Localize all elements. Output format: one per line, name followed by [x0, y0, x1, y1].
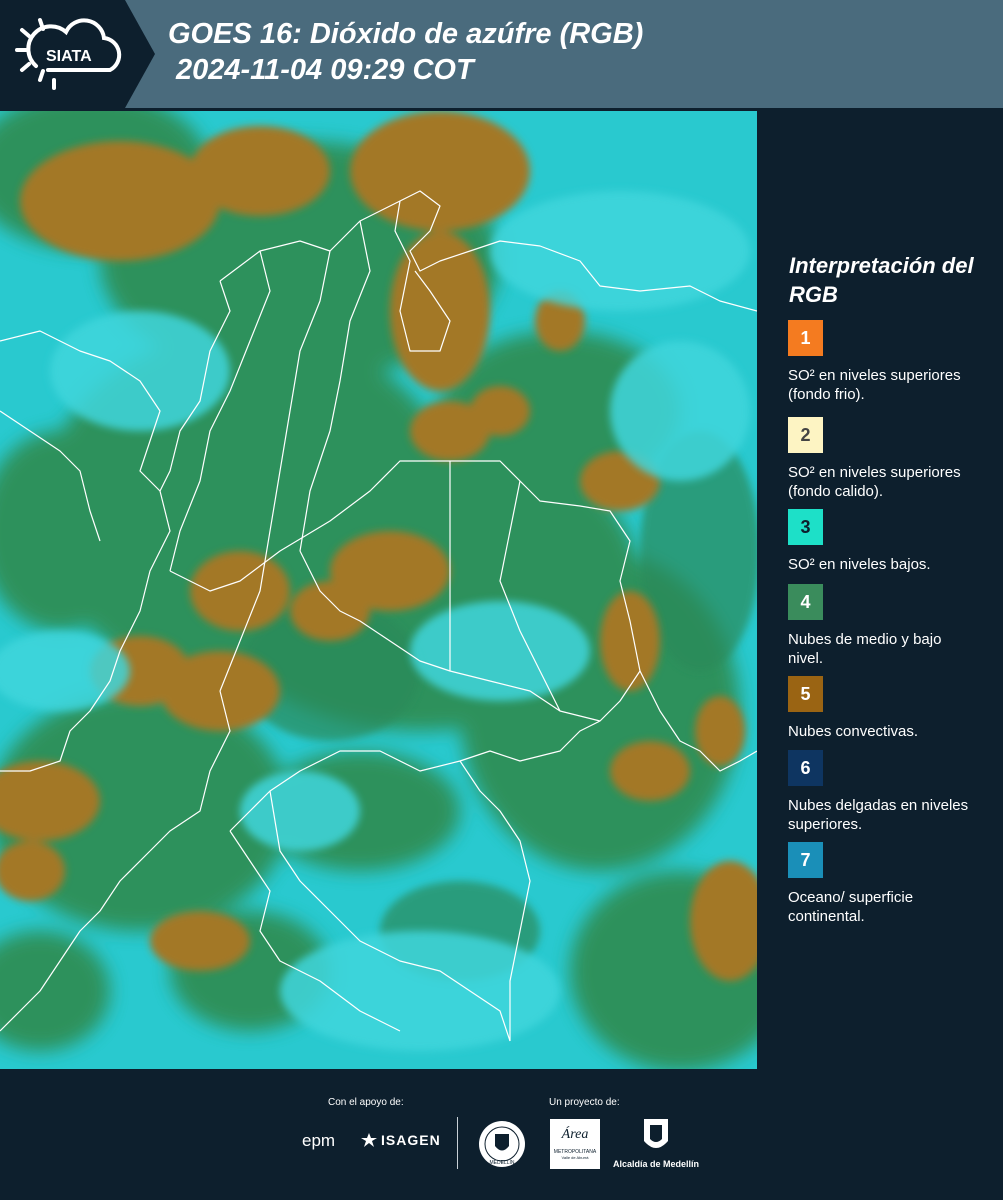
- title-line-2: 2024-11-04 09:29 COT: [176, 54, 474, 86]
- legend-item-5: 5 Nubes convectivas.: [788, 676, 998, 741]
- legend-item-4: 4 Nubes de medio y bajo nivel.: [788, 584, 998, 668]
- alcaldia-label: Alcaldía de Medellín: [613, 1159, 700, 1169]
- isagen-mark-icon: [361, 1133, 377, 1147]
- footer: Con el apoyo de: Un proyecto de: epm ISA…: [0, 1069, 1003, 1200]
- alcaldia-shield-icon: [644, 1119, 668, 1148]
- legend-item-7: 7 Oceano/ superficie continental.: [788, 842, 998, 926]
- legend-label-5: Nubes convectivas.: [788, 723, 919, 740]
- legend-swatch-3: 3: [788, 509, 823, 545]
- legend-item-2: 2 SO² en niveles superiores (fondo calid…: [788, 417, 998, 501]
- legend-item-3: 3 SO² en niveles bajos.: [788, 509, 998, 574]
- satellite-image: [0, 111, 757, 1069]
- legend-label-3: SO² en niveles bajos.: [788, 556, 931, 573]
- epm-logo: epm: [302, 1131, 336, 1150]
- legend-label-4: Nubes de medio y bajo nivel.: [788, 631, 942, 667]
- legend-label-6: Nubes delgadas en niveles superiores.: [788, 797, 969, 833]
- legend-swatch-6: 6: [788, 750, 823, 786]
- legend-label-7: Oceano/ superficie continental.: [788, 889, 914, 925]
- siata-logo: SIATA: [15, 18, 122, 90]
- isagen-logo: ISAGEN: [360, 1132, 441, 1148]
- legend-swatch-4: 4: [788, 584, 823, 620]
- legend-label-2: SO² en niveles superiores (fondo calido)…: [788, 464, 961, 500]
- satellite-map: [0, 111, 757, 1069]
- logo-panel: SIATA: [0, 0, 155, 108]
- medellin-seal-text: MEDELLÍN: [489, 1159, 514, 1166]
- header-bar: SIATA GOES 16: Dióxido de azúfre (RGB) 2…: [0, 0, 1003, 108]
- legend-item-6: 6 Nubes delgadas en niveles superiores.: [788, 750, 998, 834]
- legend-swatch-2: 2: [788, 417, 823, 453]
- project-label: Un proyecto de:: [549, 1097, 620, 1108]
- legend-title: Interpretación del RGB: [789, 253, 974, 307]
- area-metropolitana-logo: Área METROPOLITANA Valle de Aburrá: [550, 1119, 600, 1169]
- page-title: GOES 16: Dióxido de azúfre (RGB) 2024-11…: [168, 16, 643, 88]
- area-logo-sub2: Valle de Aburrá: [561, 1155, 589, 1160]
- logo-text: SIATA: [46, 48, 92, 65]
- area-logo-text: Área: [561, 1127, 589, 1142]
- medellin-seal: MEDELLÍN: [479, 1121, 525, 1167]
- legend-swatch-1: 1: [788, 320, 823, 356]
- legend-panel: Interpretación del RGB 1 SO² en niveles …: [760, 111, 1003, 1069]
- legend-label-1: SO² en niveles superiores (fondo frio).: [788, 367, 961, 403]
- title-line-1: GOES 16: Dióxido de azúfre (RGB): [168, 18, 644, 50]
- isagen-text: ISAGEN: [381, 1132, 441, 1148]
- legend-item-1: 1 SO² en niveles superiores (fondo frio)…: [788, 320, 998, 404]
- support-label: Con el apoyo de:: [328, 1097, 404, 1108]
- footer-divider: [457, 1117, 458, 1169]
- legend-swatch-5: 5: [788, 676, 823, 712]
- legend-swatch-7: 7: [788, 842, 823, 878]
